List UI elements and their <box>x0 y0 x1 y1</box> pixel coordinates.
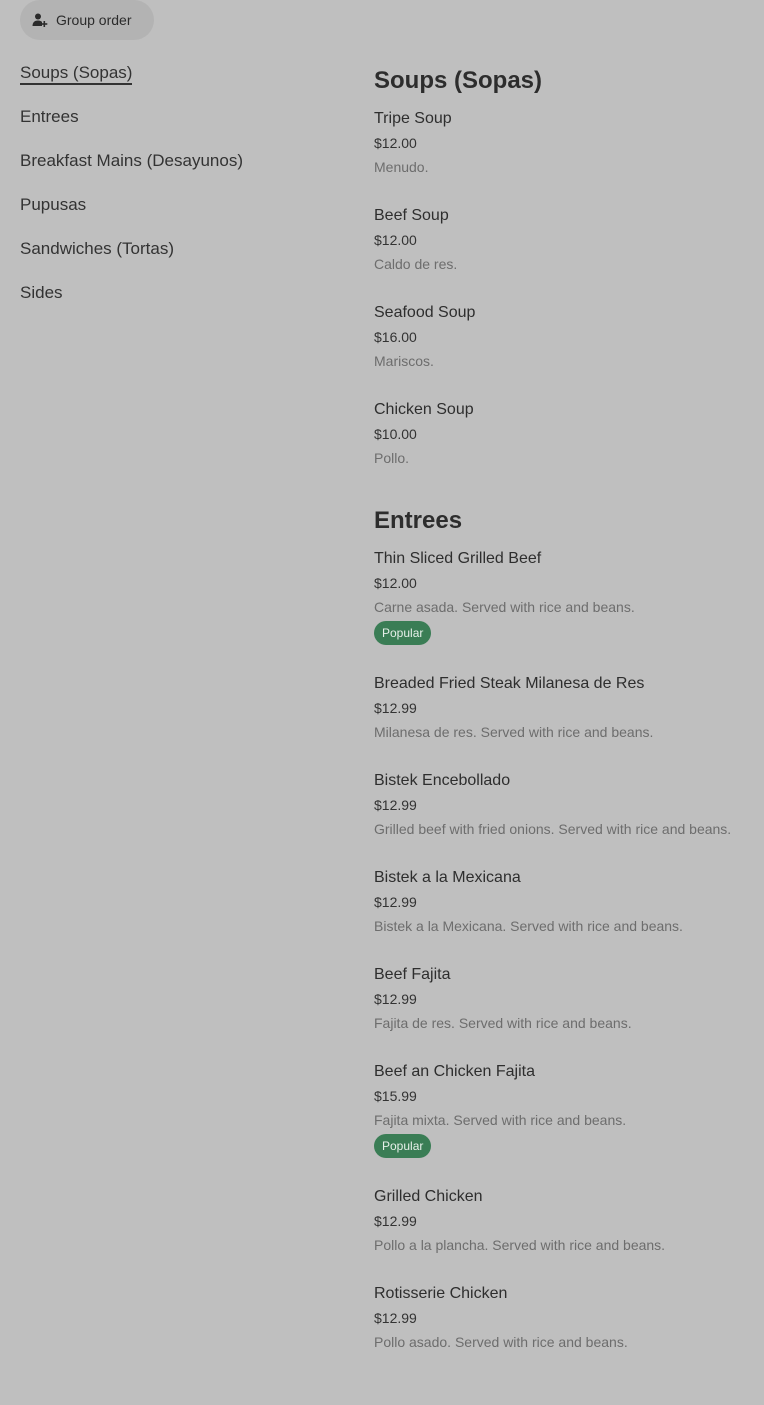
item-price: $12.00 <box>374 232 417 248</box>
popular-badge: Popular <box>374 621 432 645</box>
item-description: Pollo. <box>374 450 410 466</box>
menu-item[interactable]: Chicken Soup $10.00 Pollo. <box>374 399 759 468</box>
sidebar-item-pupusas[interactable]: Pupusas <box>20 194 340 238</box>
sidebar-item-label: Entrees <box>20 107 79 126</box>
menu-item[interactable]: Bistek a la Mexicana $12.99 Bistek a la … <box>374 867 759 936</box>
group-order-button[interactable]: Group order <box>20 0 154 40</box>
item-name: Beef an Chicken Fajita <box>374 1063 535 1080</box>
sidebar-item-sandwiches[interactable]: Sandwiches (Tortas) <box>20 238 340 282</box>
item-price: $12.99 <box>374 894 417 910</box>
menu-section-soups: Soups (Sopas) Tripe Soup $12.00 Menudo. … <box>374 64 759 468</box>
menu-item[interactable]: Tripe Soup $12.00 Menudo. <box>374 108 759 177</box>
sidebar-item-label: Sides <box>20 283 63 302</box>
popular-badge: Popular <box>374 1134 432 1158</box>
item-name: Rotisserie Chicken <box>374 1285 508 1302</box>
item-description: Grilled beef with fried onions. Served w… <box>374 821 732 837</box>
item-price: $12.99 <box>374 700 417 716</box>
item-price: $15.99 <box>374 1088 417 1104</box>
item-name: Beef Fajita <box>374 966 451 983</box>
item-description: Pollo asado. Served with rice and beans. <box>374 1334 628 1350</box>
item-description: Fajita mixta. Served with rice and beans… <box>374 1112 627 1128</box>
sidebar-item-sides[interactable]: Sides <box>20 282 340 326</box>
menu-content: Soups (Sopas) Tripe Soup $12.00 Menudo. … <box>374 62 759 1380</box>
menu-section-entrees: Entrees Thin Sliced Grilled Beef $12.00 … <box>374 504 759 1352</box>
item-name: Bistek Encebollado <box>374 772 511 789</box>
sidebar-item-label: Breakfast Mains (Desayunos) <box>20 151 243 170</box>
item-name: Breaded Fried Steak Milanesa de Res <box>374 675 645 692</box>
menu-item[interactable]: Beef an Chicken Fajita $15.99 Fajita mix… <box>374 1061 759 1158</box>
item-description: Carne asada. Served with rice and beans. <box>374 599 635 615</box>
item-description: Pollo a la plancha. Served with rice and… <box>374 1237 666 1253</box>
item-description: Menudo. <box>374 159 429 175</box>
menu-item[interactable]: Grilled Chicken $12.99 Pollo a la planch… <box>374 1186 759 1255</box>
item-price: $12.00 <box>374 575 417 591</box>
section-title: Entrees <box>374 507 463 534</box>
sidebar-item-label: Sandwiches (Tortas) <box>20 239 175 258</box>
menu-item[interactable]: Rotisserie Chicken $12.99 Pollo asado. S… <box>374 1283 759 1352</box>
menu-item[interactable]: Beef Fajita $12.99 Fajita de res. Served… <box>374 964 759 1033</box>
item-price: $10.00 <box>374 426 417 442</box>
sidebar-item-entrees[interactable]: Entrees <box>20 106 340 150</box>
item-price: $12.99 <box>374 991 417 1007</box>
sidebar-item-label: Pupusas <box>20 195 87 214</box>
item-price: $12.00 <box>374 135 417 151</box>
item-description: Bistek a la Mexicana. Served with rice a… <box>374 918 683 934</box>
item-name: Tripe Soup <box>374 110 452 127</box>
menu-item[interactable]: Beef Soup $12.00 Caldo de res. <box>374 205 759 274</box>
item-name: Grilled Chicken <box>374 1188 483 1205</box>
item-name: Beef Soup <box>374 207 449 224</box>
sidebar-item-soups[interactable]: Soups (Sopas) <box>20 62 340 106</box>
item-price: $12.99 <box>374 1310 417 1326</box>
item-description: Caldo de res. <box>374 256 458 272</box>
item-name: Bistek a la Mexicana <box>374 869 521 886</box>
item-name: Chicken Soup <box>374 401 474 418</box>
sidebar-item-breakfast[interactable]: Breakfast Mains (Desayunos) <box>20 150 340 194</box>
menu-item[interactable]: Breaded Fried Steak Milanesa de Res $12.… <box>374 673 759 742</box>
section-title: Soups (Sopas) <box>374 67 543 94</box>
item-name: Seafood Soup <box>374 304 476 321</box>
person-add-icon <box>32 12 48 28</box>
item-description: Milanesa de res. Served with rice and be… <box>374 724 654 740</box>
menu-item[interactable]: Seafood Soup $16.00 Mariscos. <box>374 302 759 371</box>
item-description: Fajita de res. Served with rice and bean… <box>374 1015 632 1031</box>
item-price: $12.99 <box>374 797 417 813</box>
item-price: $12.99 <box>374 1213 417 1229</box>
item-price: $16.00 <box>374 329 417 345</box>
sidebar-item-label: Soups (Sopas) <box>20 63 133 85</box>
menu-item[interactable]: Bistek Encebollado $12.99 Grilled beef w… <box>374 770 759 839</box>
item-description: Mariscos. <box>374 353 434 369</box>
menu-item[interactable]: Thin Sliced Grilled Beef $12.00 Carne as… <box>374 548 759 645</box>
group-order-label: Group order <box>56 12 132 28</box>
item-name: Thin Sliced Grilled Beef <box>374 550 542 567</box>
category-sidebar: Soups (Sopas) Entrees Breakfast Mains (D… <box>20 62 340 326</box>
